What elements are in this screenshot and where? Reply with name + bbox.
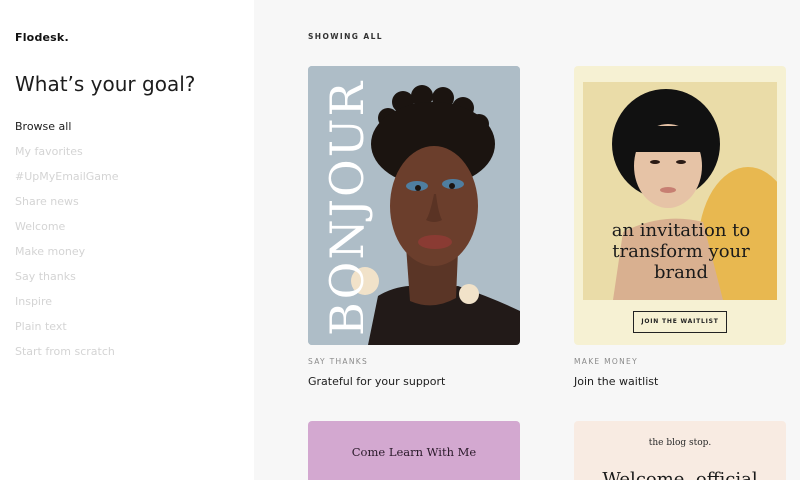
template-thumbnail[interactable]: BONJOUR (308, 66, 520, 345)
join-waitlist-button[interactable]: JOIN THE WAITLIST (633, 311, 727, 333)
nav-item-make-money[interactable]: Make money (15, 244, 119, 269)
template-thumbnail[interactable]: Come Learn With Me (308, 421, 520, 480)
filter-label: SHOWING ALL (308, 32, 383, 41)
invite-headline: an invitation to transform your brand (611, 220, 751, 283)
template-card-learn[interactable]: Come Learn With Me (308, 421, 520, 480)
nav-item-browse-all[interactable]: Browse all (15, 119, 119, 144)
nav-item-plain-text[interactable]: Plain text (15, 319, 119, 344)
sidebar: Flodesk. What’s your goal? Browse all My… (0, 0, 254, 480)
nav-item-share-news[interactable]: Share news (15, 194, 119, 219)
nav-item-inspire[interactable]: Inspire (15, 294, 119, 319)
nav-item-say-thanks[interactable]: Say thanks (15, 269, 119, 294)
goal-nav: Browse all My favorites #UpMyEmailGame S… (15, 119, 119, 369)
template-thumbnail[interactable]: the blog stop. Welcome, official (574, 421, 786, 480)
page-title: What’s your goal? (15, 72, 196, 96)
template-card-waitlist[interactable]: an invitation to transform your brand JO… (574, 66, 786, 388)
bonjour-text: BONJOUR (320, 79, 374, 336)
card-category: MAKE MONEY (574, 357, 638, 366)
nav-item-start-from-scratch[interactable]: Start from scratch (15, 344, 119, 369)
nav-item-upmyemailgame[interactable]: #UpMyEmailGame (15, 169, 119, 194)
nav-item-welcome[interactable]: Welcome (15, 219, 119, 244)
template-gallery: SHOWING ALL BONJOUR SAY THANKS Grateful … (254, 0, 800, 480)
logo[interactable]: Flodesk. (15, 31, 69, 44)
card-category: SAY THANKS (308, 357, 369, 366)
learn-headline: Come Learn With Me (351, 445, 477, 459)
template-card-blog[interactable]: the blog stop. Welcome, official (574, 421, 786, 480)
nav-item-my-favorites[interactable]: My favorites (15, 144, 119, 169)
card-title[interactable]: Join the waitlist (574, 375, 658, 388)
blog-logo-text: the blog stop. (648, 438, 712, 448)
template-card-grateful[interactable]: BONJOUR SAY THANKS Grateful for your sup… (308, 66, 520, 388)
template-thumbnail[interactable]: an invitation to transform your brand JO… (574, 66, 786, 345)
welcome-headline: Welcome, official (602, 469, 758, 480)
card-title[interactable]: Grateful for your support (308, 375, 445, 388)
